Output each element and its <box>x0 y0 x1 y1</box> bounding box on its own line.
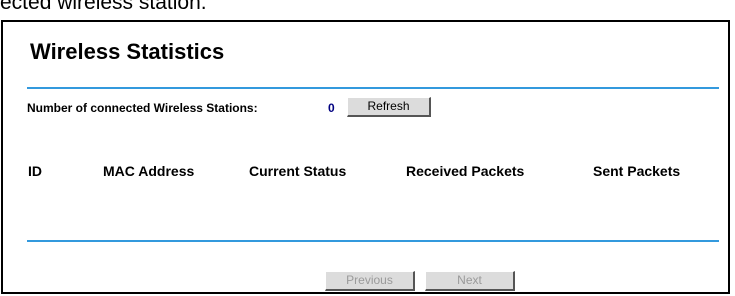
page-title: Wireless Statistics <box>30 39 225 64</box>
wireless-statistics-panel: Wireless Statistics Number of connected … <box>1 20 730 294</box>
column-header-current-status: Current Status <box>249 163 347 179</box>
column-header-sent-packets: Sent Packets <box>593 163 681 179</box>
next-button[interactable]: Next <box>425 271 515 291</box>
bottom-divider <box>27 240 719 242</box>
refresh-button[interactable]: Refresh <box>347 97 431 117</box>
column-header-mac-address: MAC Address <box>103 163 195 179</box>
stations-count-value: 0 <box>328 101 335 115</box>
caption-fragment: ected wireless station. <box>0 0 207 14</box>
previous-button[interactable]: Previous <box>325 271 415 291</box>
column-header-received-packets: Received Packets <box>406 163 525 179</box>
stations-count-label: Number of connected Wireless Stations: <box>27 101 258 115</box>
top-divider <box>27 87 719 89</box>
column-header-id: ID <box>28 163 42 179</box>
